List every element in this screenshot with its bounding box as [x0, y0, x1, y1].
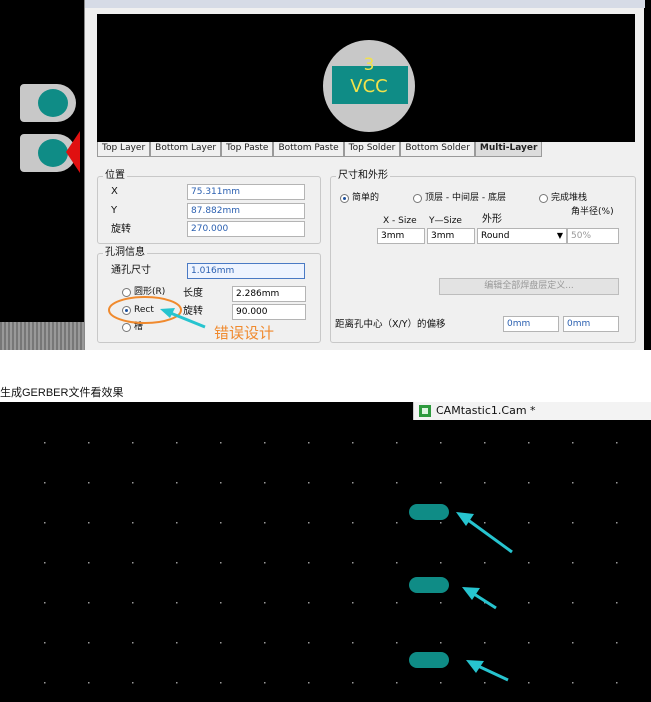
- gerber-view: CAMtastic1.Cam *: [0, 402, 651, 702]
- annotation-text: 错误设计: [214, 324, 275, 342]
- arrow-shaft: [477, 664, 509, 682]
- pointer-arrow-shaft: [167, 310, 206, 329]
- pcb-pad-properties-screenshot: 3 VCC Top Layer Bottom Layer Top Paste B…: [0, 0, 651, 350]
- annotation-overlay: [108, 296, 206, 329]
- gerber-arrows: [456, 512, 513, 682]
- caption-text: 生成GERBER文件看效果: [0, 387, 124, 399]
- arrow-shaft: [473, 592, 497, 610]
- arrow-shaft: [467, 518, 513, 554]
- arrow-head: [462, 587, 480, 600]
